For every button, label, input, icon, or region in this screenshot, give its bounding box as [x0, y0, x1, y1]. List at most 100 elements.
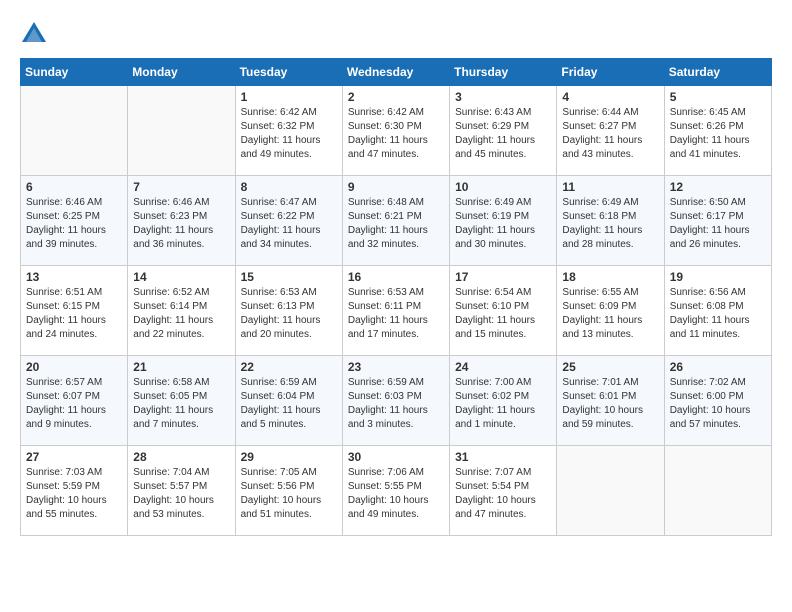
calendar-cell: 28Sunrise: 7:04 AM Sunset: 5:57 PM Dayli… — [128, 446, 235, 536]
calendar-cell: 23Sunrise: 6:59 AM Sunset: 6:03 PM Dayli… — [342, 356, 449, 446]
day-number: 29 — [241, 450, 337, 464]
week-row-1: 1 Sunrise: 6:42 AM Sunset: 6:32 PM Daylig… — [21, 86, 772, 176]
day-number: 16 — [348, 270, 444, 284]
day-number: 13 — [26, 270, 122, 284]
day-number: 15 — [241, 270, 337, 284]
day-info: Sunrise: 6:42 AM Sunset: 6:32 PM Dayligh… — [241, 106, 337, 162]
page-header — [20, 20, 772, 48]
day-info: Sunrise: 7:03 AM Sunset: 5:59 PM Dayligh… — [26, 466, 122, 522]
day-number: 22 — [241, 360, 337, 374]
day-info: Sunrise: 6:42 AM Sunset: 6:30 PM Dayligh… — [348, 106, 444, 162]
calendar-cell — [557, 446, 664, 536]
day-number: 4 — [562, 90, 658, 104]
calendar-cell: 31 Sunrise: 7:07 AM Sunset: 5:54 PM Dayli… — [450, 446, 557, 536]
day-header-monday: Monday — [128, 59, 235, 86]
calendar-cell: 10 Sunrise: 6:49 AM Sunset: 6:19 PM Dayli… — [450, 176, 557, 266]
day-info: Sunrise: 6:55 AM Sunset: 6:09 PM Dayligh… — [562, 286, 658, 342]
day-info: Sunrise: 6:56 AM Sunset: 6:08 PM Dayligh… — [670, 286, 766, 342]
day-header-wednesday: Wednesday — [342, 59, 449, 86]
day-number: 21 — [133, 360, 229, 374]
day-number: 3 — [455, 90, 551, 104]
week-row-4: 20 Sunrise: 6:57 AM Sunset: 6:07 PM Dayli… — [21, 356, 772, 446]
day-number: 7 — [133, 180, 229, 194]
calendar-cell: 2 Sunrise: 6:42 AM Sunset: 6:30 PM Daylig… — [342, 86, 449, 176]
calendar-cell: 14 Sunrise: 6:52 AM Sunset: 6:14 PM Dayli… — [128, 266, 235, 356]
day-number: 14 — [133, 270, 229, 284]
day-info: Sunrise: 6:51 AM Sunset: 6:15 PM Dayligh… — [26, 286, 122, 342]
day-number: 18 — [562, 270, 658, 284]
calendar-cell: 8 Sunrise: 6:47 AM Sunset: 6:22 PM Daylig… — [235, 176, 342, 266]
day-number: 31 — [455, 450, 551, 464]
week-row-2: 6 Sunrise: 6:46 AM Sunset: 6:25 PM Daylig… — [21, 176, 772, 266]
day-number: 20 — [26, 360, 122, 374]
day-info: Sunrise: 6:58 AM Sunset: 6:05 PM Dayligh… — [133, 376, 229, 432]
day-number: 26 — [670, 360, 766, 374]
calendar-cell: 1 Sunrise: 6:42 AM Sunset: 6:32 PM Daylig… — [235, 86, 342, 176]
day-info: Sunrise: 7:07 AM Sunset: 5:54 PM Dayligh… — [455, 466, 551, 522]
week-row-5: 27 Sunrise: 7:03 AM Sunset: 5:59 PM Dayli… — [21, 446, 772, 536]
day-info: Sunrise: 7:06 AM Sunset: 5:55 PM Dayligh… — [348, 466, 444, 522]
calendar-cell: 11Sunrise: 6:49 AM Sunset: 6:18 PM Dayli… — [557, 176, 664, 266]
day-header-sunday: Sunday — [21, 59, 128, 86]
day-info: Sunrise: 6:47 AM Sunset: 6:22 PM Dayligh… — [241, 196, 337, 252]
calendar-cell: 27 Sunrise: 7:03 AM Sunset: 5:59 PM Dayli… — [21, 446, 128, 536]
day-info: Sunrise: 6:57 AM Sunset: 6:07 PM Dayligh… — [26, 376, 122, 432]
day-info: Sunrise: 6:46 AM Sunset: 6:25 PM Dayligh… — [26, 196, 122, 252]
day-info: Sunrise: 6:49 AM Sunset: 6:19 PM Dayligh… — [455, 196, 551, 252]
day-info: Sunrise: 7:00 AM Sunset: 6:02 PM Dayligh… — [455, 376, 551, 432]
calendar-cell: 26 Sunrise: 7:02 AM Sunset: 6:00 PM Dayli… — [664, 356, 771, 446]
calendar-cell: 22 Sunrise: 6:59 AM Sunset: 6:04 PM Dayli… — [235, 356, 342, 446]
day-number: 8 — [241, 180, 337, 194]
calendar-cell: 19Sunrise: 6:56 AM Sunset: 6:08 PM Dayli… — [664, 266, 771, 356]
calendar-cell — [21, 86, 128, 176]
day-number: 6 — [26, 180, 122, 194]
day-info: Sunrise: 6:50 AM Sunset: 6:17 PM Dayligh… — [670, 196, 766, 252]
calendar-cell: 17 Sunrise: 6:54 AM Sunset: 6:10 PM Dayli… — [450, 266, 557, 356]
day-number: 1 — [241, 90, 337, 104]
day-number: 12 — [670, 180, 766, 194]
day-header-thursday: Thursday — [450, 59, 557, 86]
calendar-cell: 21 Sunrise: 6:58 AM Sunset: 6:05 PM Dayli… — [128, 356, 235, 446]
day-number: 17 — [455, 270, 551, 284]
day-info: Sunrise: 6:59 AM Sunset: 6:03 PM Dayligh… — [348, 376, 444, 432]
day-info: Sunrise: 7:05 AM Sunset: 5:56 PM Dayligh… — [241, 466, 337, 522]
day-info: Sunrise: 6:53 AM Sunset: 6:13 PM Dayligh… — [241, 286, 337, 342]
calendar-cell: 25Sunrise: 7:01 AM Sunset: 6:01 PM Dayli… — [557, 356, 664, 446]
day-info: Sunrise: 6:54 AM Sunset: 6:10 PM Dayligh… — [455, 286, 551, 342]
calendar-cell: 5 Sunrise: 6:45 AM Sunset: 6:26 PM Daylig… — [664, 86, 771, 176]
day-header-friday: Friday — [557, 59, 664, 86]
calendar-table: SundayMondayTuesdayWednesdayThursdayFrid… — [20, 58, 772, 536]
calendar-cell — [664, 446, 771, 536]
calendar-cell: 3 Sunrise: 6:43 AM Sunset: 6:29 PM Daylig… — [450, 86, 557, 176]
day-info: Sunrise: 6:52 AM Sunset: 6:14 PM Dayligh… — [133, 286, 229, 342]
calendar-cell: 9 Sunrise: 6:48 AM Sunset: 6:21 PM Daylig… — [342, 176, 449, 266]
header-row: SundayMondayTuesdayWednesdayThursdayFrid… — [21, 59, 772, 86]
calendar-cell: 30 Sunrise: 7:06 AM Sunset: 5:55 PM Dayli… — [342, 446, 449, 536]
day-number: 28 — [133, 450, 229, 464]
day-info: Sunrise: 6:45 AM Sunset: 6:26 PM Dayligh… — [670, 106, 766, 162]
day-info: Sunrise: 7:01 AM Sunset: 6:01 PM Dayligh… — [562, 376, 658, 432]
calendar-cell: 4Sunrise: 6:44 AM Sunset: 6:27 PM Daylig… — [557, 86, 664, 176]
calendar-cell: 16 Sunrise: 6:53 AM Sunset: 6:11 PM Dayli… — [342, 266, 449, 356]
day-header-saturday: Saturday — [664, 59, 771, 86]
day-number: 24 — [455, 360, 551, 374]
calendar-cell: 24 Sunrise: 7:00 AM Sunset: 6:02 PM Dayli… — [450, 356, 557, 446]
day-info: Sunrise: 7:02 AM Sunset: 6:00 PM Dayligh… — [670, 376, 766, 432]
day-number: 30 — [348, 450, 444, 464]
day-number: 10 — [455, 180, 551, 194]
day-number: 9 — [348, 180, 444, 194]
logo — [20, 20, 52, 48]
day-info: Sunrise: 6:46 AM Sunset: 6:23 PM Dayligh… — [133, 196, 229, 252]
day-info: Sunrise: 6:48 AM Sunset: 6:21 PM Dayligh… — [348, 196, 444, 252]
day-info: Sunrise: 6:53 AM Sunset: 6:11 PM Dayligh… — [348, 286, 444, 342]
day-number: 27 — [26, 450, 122, 464]
week-row-3: 13 Sunrise: 6:51 AM Sunset: 6:15 PM Dayli… — [21, 266, 772, 356]
calendar-cell: 6 Sunrise: 6:46 AM Sunset: 6:25 PM Daylig… — [21, 176, 128, 266]
day-info: Sunrise: 6:59 AM Sunset: 6:04 PM Dayligh… — [241, 376, 337, 432]
day-number: 5 — [670, 90, 766, 104]
day-info: Sunrise: 6:43 AM Sunset: 6:29 PM Dayligh… — [455, 106, 551, 162]
calendar-cell — [128, 86, 235, 176]
day-number: 11 — [562, 180, 658, 194]
day-number: 2 — [348, 90, 444, 104]
calendar-cell: 12 Sunrise: 6:50 AM Sunset: 6:17 PM Dayli… — [664, 176, 771, 266]
